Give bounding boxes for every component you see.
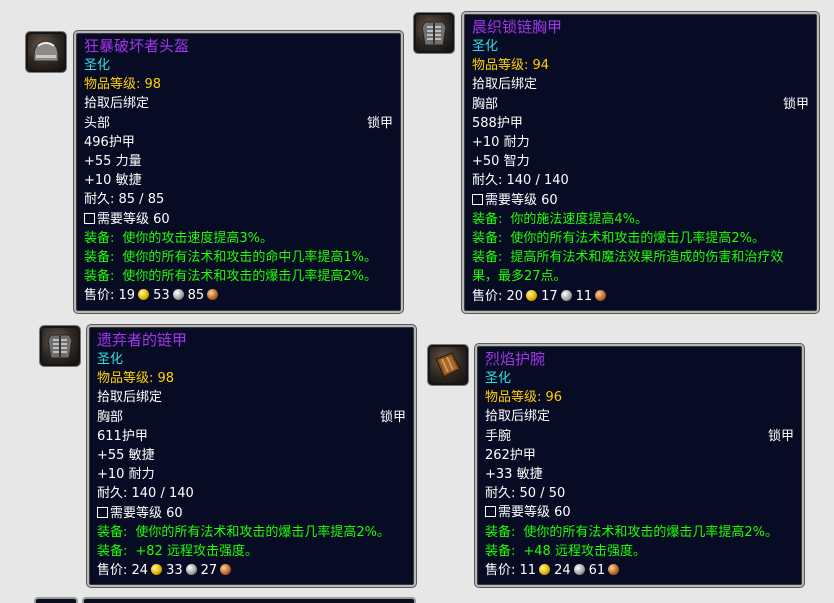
heroic-label: 圣化 [84,58,111,73]
chest-mail-icon[interactable] [414,13,454,53]
silver-coin-icon [172,289,184,301]
gold-coin-icon [526,289,538,301]
partial-icon-edge [34,597,78,603]
stat-line: +55 力量 [84,154,142,170]
equip-slot: 头部 [84,115,111,131]
durability: 耐久: 140 / 140 [472,173,569,189]
item-tooltip-chest-2: 遗弃者的链甲 圣化 物品等级: 98 拾取后绑定 胸部 锁甲 611护甲 +55 … [87,325,416,587]
silver-coin-icon [185,564,197,576]
silver-coin-icon [560,289,572,301]
armor-type: 锁甲 [379,409,406,425]
stat-armor: 611护甲 [97,428,148,444]
checkbox-icon [84,212,95,224]
stat-armor: 588护甲 [472,115,523,131]
sell-price: 售价: 20 17 11 [472,287,809,306]
item-name: 晨织锁链胸甲 [472,18,563,36]
item-name: 烈焰护腕 [485,350,546,368]
equip-slot: 胸部 [472,96,499,112]
stat-line: +55 敏捷 [97,448,155,464]
stat-armor: 262护甲 [485,447,536,463]
stat-line: +10 耐力 [97,467,155,483]
equip-effect: 装备: 使你的攻击速度提高3%。 [84,230,274,246]
bind-type: 拾取后绑定 [97,390,163,406]
gold-coin-icon [138,289,150,301]
chest-mail-icon[interactable] [40,326,80,366]
armor-type: 锁甲 [767,428,794,444]
equip-effect: 装备: 使你的所有法术和攻击的爆击几率提高2%。 [472,231,766,247]
checkbox-icon [97,506,108,518]
item-level: 物品等级: 94 [472,58,550,74]
checkbox-icon [485,506,496,518]
partial-tooltip-edge [82,597,416,603]
level-requirement: 需要等级 60 [472,191,809,210]
copper-coin-icon [220,564,232,576]
level-requirement: 需要等级 60 [84,210,393,229]
level-requirement: 需要等级 60 [97,504,406,523]
heroic-label: 圣化 [472,39,499,54]
bind-type: 拾取后绑定 [84,96,150,112]
stat-armor: 496护甲 [84,134,135,150]
item-tooltip-bracers: 烈焰护腕 圣化 物品等级: 96 拾取后绑定 手腕 锁甲 262护甲 +33 敏捷… [475,344,804,587]
sell-price: 售价: 24 33 27 [97,561,406,580]
equip-effect: 装备: 使你的所有法术和攻击的爆击几率提高2%。 [97,524,391,540]
equip-effect: 装备: +82 远程攻击强度。 [97,544,258,560]
heroic-label: 圣化 [485,371,512,386]
equip-effect: 装备: 你的施法速度提高4%。 [472,211,649,227]
item-tooltip-chest: 晨织锁链胸甲 圣化 物品等级: 94 拾取后绑定 胸部 锁甲 588护甲 +10 … [462,12,819,313]
item-tooltip-helmet: 狂暴破坏者头盔 圣化 物品等级: 98 拾取后绑定 头部 锁甲 496护甲 +55… [74,31,403,313]
gold-coin-icon [539,564,551,576]
sell-price: 售价: 19 53 85 [84,286,393,305]
armor-type: 锁甲 [782,96,809,112]
item-level: 物品等级: 98 [97,371,175,387]
helmet-icon[interactable] [26,32,66,72]
silver-coin-icon [573,564,585,576]
stat-line: +10 敏捷 [84,173,142,189]
heroic-label: 圣化 [97,352,124,367]
armor-type: 锁甲 [366,115,393,131]
stat-line: +33 敏捷 [485,467,543,483]
equip-slot: 手腕 [485,428,512,444]
gold-coin-icon [151,564,163,576]
bind-type: 拾取后绑定 [472,77,538,93]
equip-slot: 胸部 [97,409,124,425]
item-level: 物品等级: 98 [84,77,162,93]
item-name: 狂暴破坏者头盔 [84,37,190,55]
bracer-icon[interactable] [428,345,468,385]
checkbox-icon [472,193,483,205]
durability: 耐久: 140 / 140 [97,486,194,502]
equip-effect: 装备: 提高所有法术和魔法效果所造成的伤害和治疗效果，最多27点。 [472,250,784,285]
equip-effect: 装备: 使你的所有法术和攻击的爆击几率提高2%。 [485,524,779,540]
item-name: 遗弃者的链甲 [97,331,188,349]
durability: 耐久: 50 / 50 [485,486,566,502]
equip-effect: 装备: +48 远程攻击强度。 [485,543,646,559]
copper-coin-icon [207,289,219,301]
copper-coin-icon [595,289,607,301]
durability: 耐久: 85 / 85 [84,192,165,208]
equip-effect: 装备: 使你的所有法术和攻击的爆击几率提高2%。 [84,269,378,285]
item-level: 物品等级: 96 [485,390,563,406]
sell-price: 售价: 11 24 61 [485,561,794,580]
stat-line: +50 智力 [472,154,530,170]
level-requirement: 需要等级 60 [485,503,794,522]
stat-line: +10 耐力 [472,135,530,151]
bind-type: 拾取后绑定 [485,409,551,425]
copper-coin-icon [608,564,620,576]
equip-effect: 装备: 使你的所有法术和攻击的命中几率提高1%。 [84,250,378,266]
